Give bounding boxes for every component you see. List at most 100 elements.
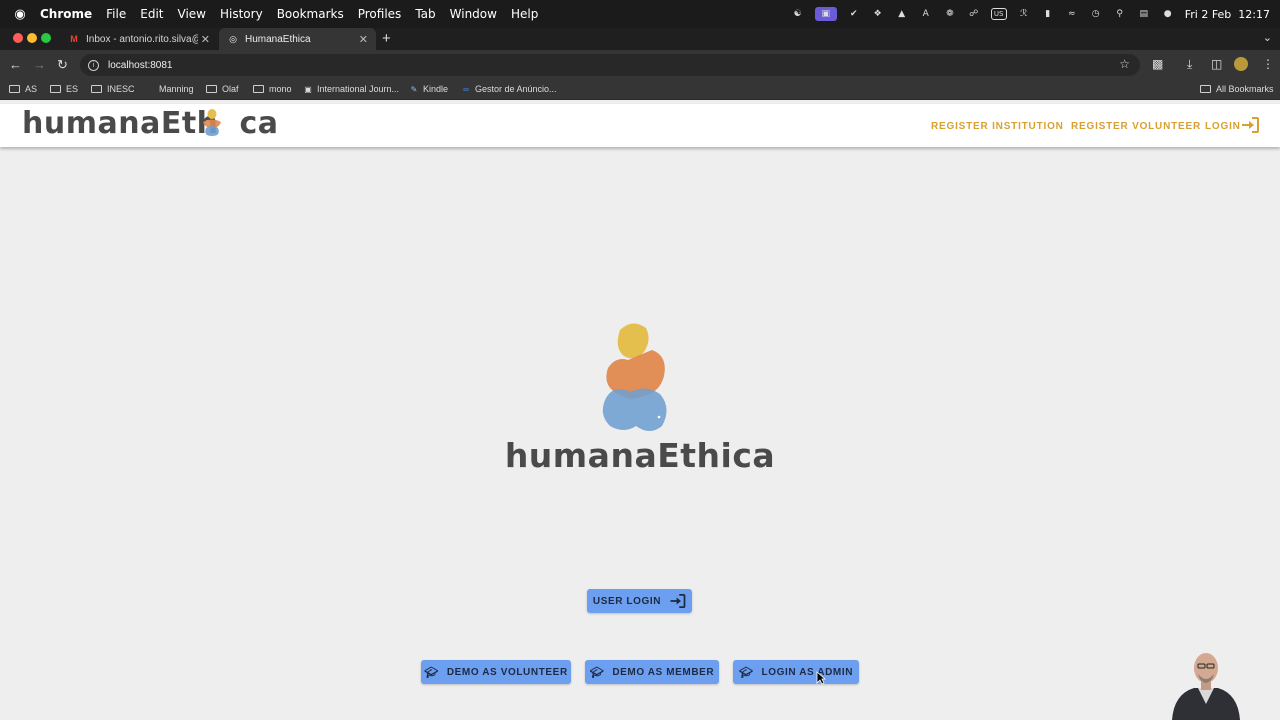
folder-icon — [253, 85, 264, 93]
spotlight-search-icon[interactable]: ⚲ — [1113, 7, 1127, 21]
bookmark-label: AS — [25, 84, 38, 94]
wifi-icon[interactable]: ≈ — [1065, 7, 1079, 21]
window-minimize-button[interactable] — [27, 33, 37, 43]
sync-icon[interactable]: ☯ — [791, 7, 805, 21]
register-institution-link[interactable]: REGISTER INSTITUTION — [931, 121, 1064, 132]
bookmark-star-icon[interactable]: ☆ — [1119, 57, 1130, 71]
menu-bookmarks[interactable]: Bookmarks — [277, 7, 344, 21]
logo-text-right: ca — [239, 106, 279, 141]
bookmark-label: Kindle — [423, 84, 449, 94]
button-label: LOGIN AS ADMIN — [761, 666, 854, 678]
keyboard-layout-indicator[interactable]: US — [990, 8, 1007, 20]
browser-tab-strip: M Inbox - antonio.rito.silva@gm ✕ ◎ Huma… — [0, 28, 1280, 50]
close-tab-icon[interactable]: ✕ — [201, 33, 210, 46]
menu-view[interactable]: View — [178, 7, 206, 21]
bookmark-label: All Bookmarks — [1216, 84, 1274, 94]
macos-menu-bar: ◉ Chrome File Edit View History Bookmark… — [0, 0, 1280, 28]
menubar-status-area: ☯ ▣ ✔ ❖ ▲ A ❁ ☍ US ℛ ▮ ≈ ◷ ⚲ ▤ ● Fri 2 F… — [791, 0, 1270, 28]
a-icon[interactable]: A — [919, 7, 933, 21]
menu-file[interactable]: File — [106, 7, 126, 21]
logo-figure-icon — [203, 109, 221, 136]
kindle-icon: ✎ — [410, 84, 418, 94]
downloads-icon[interactable]: ⤓ — [1187, 57, 1192, 72]
demo-as-volunteer-button[interactable]: 🎓︎ DEMO AS VOLUNTEER — [421, 660, 571, 684]
bookmark-folder-as[interactable]: AS — [9, 84, 37, 94]
app-header: humanaEth ca REGISTER INSTITUTION REGISTE… — [0, 104, 1280, 147]
bookmark-kindle[interactable]: ✎ Kindle — [409, 84, 448, 94]
tab-search-icon[interactable]: ⌄ — [1263, 31, 1272, 44]
feather-icon[interactable]: ❁ — [943, 7, 957, 21]
journal-icon: ▣ — [304, 84, 312, 94]
apple-icon[interactable]: ◉ — [12, 7, 28, 22]
presenter-webcam-overlay — [1172, 653, 1240, 720]
bookmark-label: ES — [66, 84, 79, 94]
header-logo[interactable]: humanaEth ca — [22, 106, 279, 141]
button-label: USER LOGIN — [592, 595, 662, 607]
menu-edit[interactable]: Edit — [140, 7, 163, 21]
demo-as-member-button[interactable]: 🎓︎ DEMO AS MEMBER — [585, 660, 719, 684]
bookmark-folder-olaf[interactable]: Olaf — [206, 84, 239, 94]
gmail-icon: M — [70, 34, 78, 44]
chrome-menu-icon[interactable]: ⋮ — [1262, 57, 1274, 71]
graduation-cap-icon: 🎓︎ — [738, 666, 754, 679]
address-bar-url[interactable]: localhost:8081 — [108, 60, 173, 71]
login-as-admin-button[interactable]: 🎓︎ LOGIN AS ADMIN — [733, 660, 859, 684]
new-tab-button[interactable]: + — [382, 30, 391, 47]
all-bookmarks-button[interactable]: All Bookmarks — [1200, 84, 1274, 94]
siri-icon[interactable]: ● — [1161, 7, 1175, 21]
bookmark-folder-inesc[interactable]: INESC — [91, 84, 135, 94]
side-panel-icon[interactable]: ◫ — [1211, 57, 1222, 71]
window-zoom-button[interactable] — [41, 33, 51, 43]
menu-window[interactable]: Window — [450, 7, 497, 21]
tab-title: Inbox - antonio.rito.silva@gm — [86, 33, 198, 45]
reload-button[interactable]: ↻ — [57, 57, 68, 73]
bookmark-folder-mono[interactable]: mono — [253, 84, 292, 94]
login-link[interactable]: LOGIN — [1205, 121, 1241, 132]
check-icon[interactable]: ✔ — [847, 7, 861, 21]
control-center-icon[interactable]: ▤ — [1137, 7, 1151, 21]
graduation-cap-icon: 🎓︎ — [589, 666, 605, 679]
window-close-button[interactable] — [13, 33, 23, 43]
bookmark-international-journal[interactable]: ▣ International Journ... — [303, 84, 399, 94]
drive-icon[interactable]: ▲ — [895, 7, 909, 21]
dropbox-icon[interactable]: ❖ — [871, 7, 885, 21]
headphones-icon[interactable]: ☍ — [967, 7, 981, 21]
bookmark-label: Olaf — [222, 84, 239, 94]
site-info-icon[interactable]: i — [88, 59, 99, 71]
menu-help[interactable]: Help — [511, 7, 538, 21]
address-bar[interactable]: i localhost:8081 ☆ — [80, 54, 1140, 76]
menu-history[interactable]: History — [220, 7, 263, 21]
extensions-icon[interactable]: ▩ — [1152, 57, 1163, 71]
browser-toolbar: ← → ↻ i localhost:8081 ☆ ▩ ⤓ ◫ ⋮ — [0, 50, 1280, 80]
menu-app-name[interactable]: Chrome — [40, 7, 92, 21]
login-icon[interactable] — [1241, 117, 1259, 133]
bookmark-label: International Journ... — [317, 84, 400, 94]
folder-icon — [91, 85, 102, 93]
bookmark-label: Manning — [159, 84, 194, 94]
graduation-cap-icon: 🎓︎ — [424, 666, 439, 679]
menu-tab[interactable]: Tab — [415, 7, 435, 21]
tab-gmail[interactable]: M Inbox - antonio.rito.silva@gm ✕ — [60, 28, 218, 50]
close-tab-icon[interactable]: ✕ — [359, 33, 368, 46]
logo-text-left: humanaEth — [22, 106, 219, 141]
register-volunteer-link[interactable]: REGISTER VOLUNTEER — [1071, 121, 1201, 132]
back-button[interactable]: ← — [9, 57, 22, 72]
user-login-button[interactable]: USER LOGIN — [587, 589, 692, 613]
login-icon — [670, 594, 686, 608]
screen-record-icon[interactable]: ▣ — [814, 7, 837, 21]
battery-icon[interactable]: ▮ — [1041, 7, 1055, 21]
bluetooth-icon[interactable]: ℛ — [1017, 7, 1031, 21]
time-machine-icon[interactable]: ◷ — [1089, 7, 1103, 21]
folder-icon — [206, 85, 217, 93]
bookmark-label: Gestor de Anúncio... — [475, 84, 557, 94]
tab-humanaethica[interactable]: ◎ HumanaEthica ✕ — [219, 28, 376, 50]
menubar-clock[interactable]: Fri 2 Feb 12:17 — [1185, 8, 1270, 21]
bookmark-folder-es[interactable]: ES — [50, 84, 78, 94]
bookmark-manning[interactable]: Manning — [159, 84, 194, 94]
tab-title: HumanaEthica — [245, 33, 311, 45]
bookmark-gestor-anuncios[interactable]: ∞ Gestor de Anúncio... — [461, 84, 557, 94]
forward-button[interactable]: → — [33, 57, 46, 72]
profile-avatar[interactable] — [1234, 57, 1248, 71]
button-label: DEMO AS MEMBER — [612, 666, 715, 678]
menu-profiles[interactable]: Profiles — [358, 7, 402, 21]
